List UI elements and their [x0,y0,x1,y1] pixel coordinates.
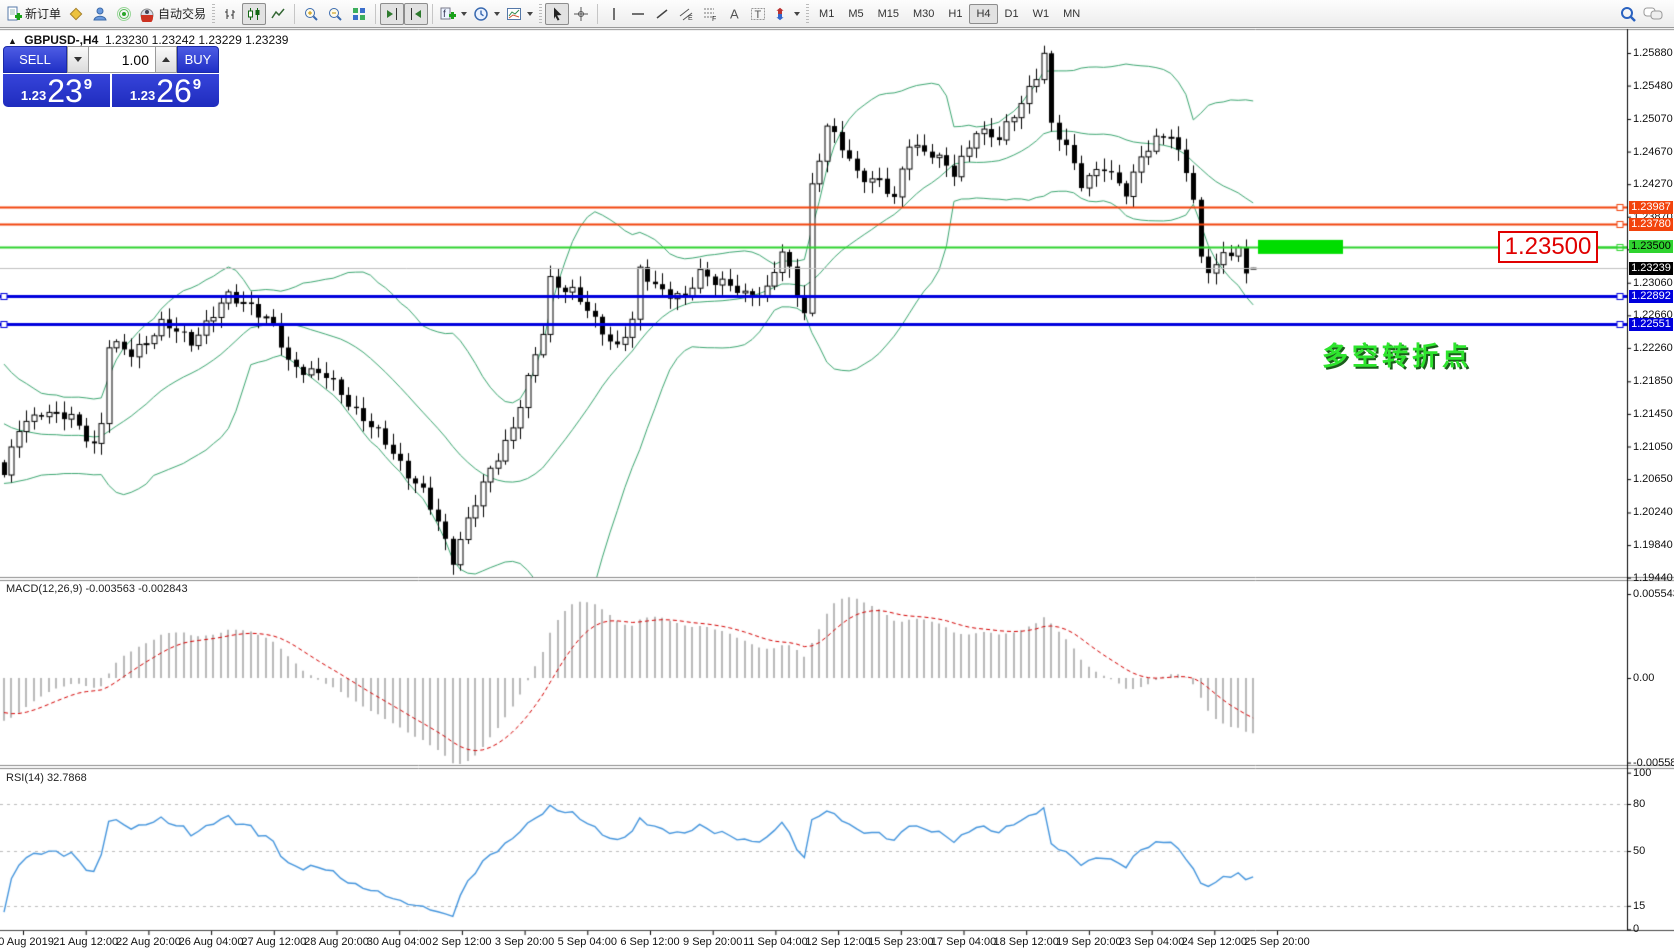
templates-icon [506,6,522,22]
spin-down-icon [74,57,82,62]
buy-price-pip: 9 [193,76,201,93]
text-icon: A [726,6,742,22]
sell-price-base: 1.23 [21,88,46,103]
indicators-add-button[interactable]: f [437,3,470,25]
buy-button[interactable]: BUY [177,46,219,73]
vertical-line-button[interactable] [602,3,626,25]
buy-price-base: 1.23 [130,88,155,103]
chart-symbol-line: ▲ GBPUSD-,H4 1.23230 1.23242 1.23229 1.2… [8,33,288,47]
tab-timeframe-h4[interactable]: H4 [969,4,997,24]
tab-timeframe-mn[interactable]: MN [1056,4,1087,24]
metaquotes-icon [68,6,84,22]
signal-button[interactable] [112,3,136,25]
svg-text:f: f [443,9,446,20]
chart-autoscroll-button[interactable] [404,3,428,25]
chart-shift-icon [384,6,400,22]
new-order-icon [6,6,22,22]
chart-line-button[interactable] [266,3,290,25]
signal-icon [116,6,132,22]
horizontal-line-button[interactable] [626,3,650,25]
tab-timeframe-w1[interactable]: W1 [1026,4,1057,24]
trendline-icon [654,6,670,22]
volume-increase-button[interactable] [155,46,177,73]
volume-input[interactable] [89,46,155,73]
new-order-label: 新订单 [25,5,61,22]
chart-shift-button[interactable] [380,3,404,25]
sell-price-big: 23 [47,76,83,106]
chart-candles-button[interactable] [242,3,266,25]
periods-icon [473,6,489,22]
autotrading-button[interactable]: 自动交易 [136,3,209,25]
turning-point-annotation[interactable]: 多空转折点 [1322,336,1472,373]
search-icon [1619,5,1637,23]
svg-text:F: F [712,16,716,22]
equidistant-channel-button[interactable]: E [674,3,698,25]
svg-text:E: E [688,15,693,22]
buy-price-big: 26 [156,76,192,106]
crosshair-icon [573,6,589,22]
fibonacci-button[interactable]: F [698,3,722,25]
price-annotation-box[interactable]: 1.23500 [1498,231,1598,263]
profile-button[interactable] [88,3,112,25]
text-label-icon: T [750,6,766,22]
search-button[interactable] [1616,3,1640,25]
zoom-out-icon [327,6,343,22]
new-order-button[interactable]: 新订单 [3,3,64,25]
expand-panel-arrow[interactable]: ▲ [8,36,17,46]
chart-line-icon [270,6,286,22]
sell-price[interactable]: 1.23 23 9 [3,74,110,107]
tile-windows-button[interactable] [347,3,371,25]
arrows-icon [773,6,789,22]
indicators-add-icon: f [440,6,456,22]
text-label-button[interactable]: T [746,3,770,25]
tab-timeframe-m5[interactable]: M5 [841,4,870,24]
arrows-button[interactable] [770,3,803,25]
toolbar: 新订单 自动交易 f E F A T M1 M5 M15 M30 H1 H4 D… [0,0,1674,28]
templates-button[interactable] [503,3,536,25]
fibonacci-icon: F [702,6,718,22]
periods-button[interactable] [470,3,503,25]
horizontal-line-icon [630,6,646,22]
crosshair-button[interactable] [569,3,593,25]
sell-price-pip: 9 [84,76,92,93]
text-button[interactable]: A [722,3,746,25]
spin-up-icon [162,57,170,62]
zoom-in-button[interactable] [299,3,323,25]
tab-timeframe-m1[interactable]: M1 [812,4,841,24]
cursor-icon [549,6,565,22]
tile-windows-icon [351,6,367,22]
tab-timeframe-h1[interactable]: H1 [941,4,969,24]
svg-text:A: A [730,6,739,21]
symbol-period: GBPUSD-,H4 [24,33,98,47]
chart-canvas[interactable] [0,0,1674,951]
autotrading-icon [139,6,155,22]
svg-text:T: T [755,9,762,21]
chart-candles-icon [246,6,262,22]
chat-icon [1643,5,1663,23]
chart-autoscroll-icon [408,6,424,22]
sell-button[interactable]: SELL [3,46,67,73]
tab-timeframe-m15[interactable]: M15 [871,4,906,24]
chart-bars-icon [222,6,238,22]
trendline-button[interactable] [650,3,674,25]
chart-bars-button[interactable] [218,3,242,25]
buy-price[interactable]: 1.23 26 9 [112,74,219,107]
tab-timeframe-m30[interactable]: M30 [906,4,941,24]
one-click-trading-panel: SELL BUY 1.23 23 9 1.23 26 9 [3,46,219,107]
metaquotes-button[interactable] [64,3,88,25]
ohlc-values: 1.23230 1.23242 1.23229 1.23239 [105,33,289,47]
chat-button[interactable] [1640,3,1666,25]
autotrading-label: 自动交易 [158,5,206,22]
zoom-in-icon [303,6,319,22]
volume-decrease-button[interactable] [67,46,89,73]
vertical-line-icon [606,6,622,22]
tab-timeframe-d1[interactable]: D1 [998,4,1026,24]
profile-icon [92,6,108,22]
cursor-button[interactable] [545,3,569,25]
zoom-out-button[interactable] [323,3,347,25]
equidistant-channel-icon: E [678,6,694,22]
